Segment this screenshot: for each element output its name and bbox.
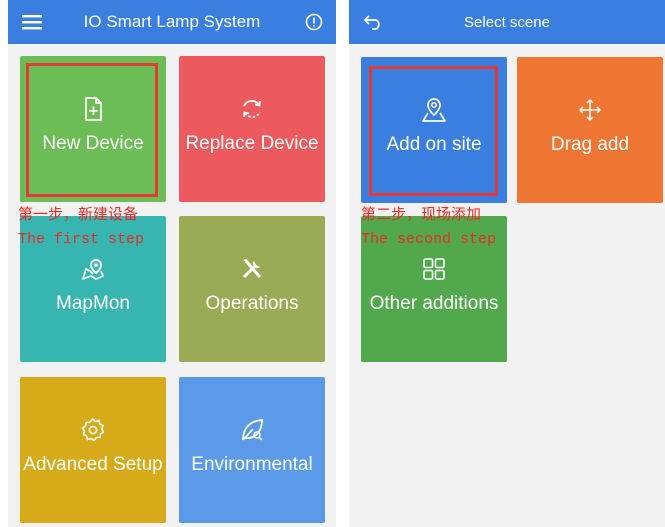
tile-label: Replace Device [185, 133, 319, 154]
grid-icon [420, 255, 448, 283]
screen-title: Select scene [464, 13, 550, 31]
step-one-annotation-en: The first step [18, 231, 145, 248]
tile-label: MapMon [56, 293, 130, 314]
refresh-icon [238, 95, 266, 123]
step-two-annotation-en: The second step [361, 231, 497, 248]
operations-tile[interactable]: Operations [179, 216, 325, 362]
new-device-tile[interactable]: New Device [20, 56, 166, 202]
leaf-icon [238, 416, 266, 444]
tile-label: Add on site [386, 134, 482, 155]
drag-add-tile[interactable]: Drag add [517, 57, 663, 203]
file-plus-icon [79, 95, 107, 123]
select-scene-screen: Select scene Add on site Drag add Other … [349, 0, 665, 527]
tile-label: Other additions [369, 293, 499, 314]
map-location-icon [420, 96, 448, 124]
app-title: IO Smart Lamp System [83, 12, 261, 31]
advanced-setup-tile[interactable]: Advanced Setup [20, 377, 166, 523]
main-menu-screen: IO Smart Lamp System New Device Replace … [8, 0, 336, 527]
app-bar: IO Smart Lamp System [8, 0, 336, 44]
step-two-annotation-cn: 第二步，现场添加 [361, 205, 482, 223]
replace-device-tile[interactable]: Replace Device [179, 56, 325, 202]
tools-icon [238, 255, 266, 283]
gear-icon [79, 416, 107, 444]
back-icon[interactable] [353, 0, 393, 44]
move-arrows-icon [576, 96, 604, 124]
tile-label: Operations [205, 293, 299, 314]
app-bar: Select scene [349, 0, 665, 44]
tile-label: Advanced Setup [23, 454, 163, 475]
info-icon[interactable] [294, 0, 334, 44]
add-on-site-tile[interactable]: Add on site [361, 57, 507, 203]
menu-icon[interactable] [12, 0, 52, 44]
step-one-annotation-cn: 第一步，新建设备 [18, 205, 139, 223]
tile-label: New Device [42, 133, 144, 154]
tile-label: Drag add [550, 134, 630, 155]
environmental-tile[interactable]: Environmental [179, 377, 325, 523]
tile-label: Environmental [191, 454, 313, 475]
map-pin-icon [79, 255, 107, 283]
